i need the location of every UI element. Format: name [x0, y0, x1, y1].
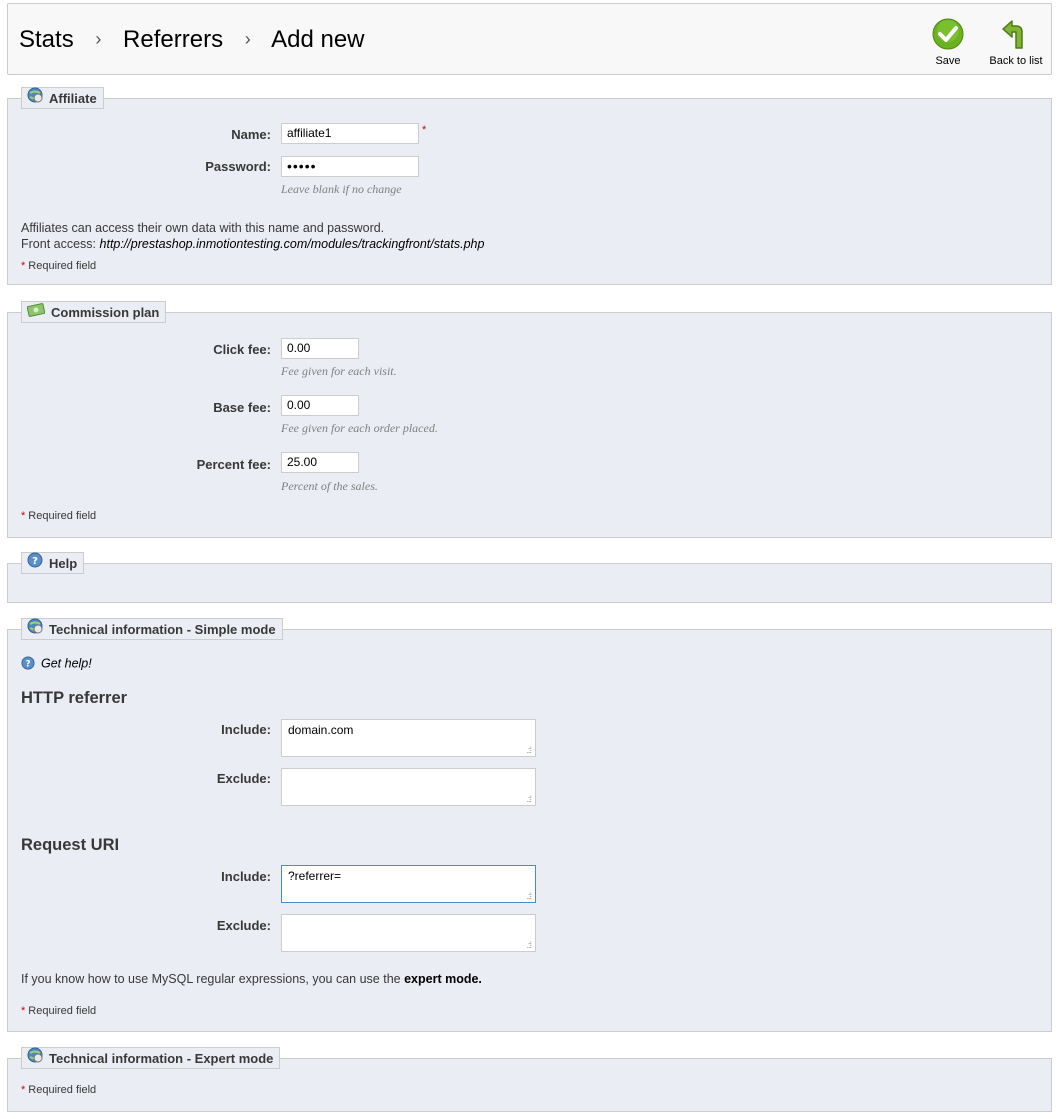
help-legend-text: Help — [49, 556, 78, 571]
name-input[interactable]: affiliate1 — [281, 123, 419, 144]
base-fee-label: Base fee: — [213, 400, 271, 415]
save-label: Save — [935, 55, 961, 67]
resize-grip-icon[interactable]: .:⁞ — [526, 892, 531, 901]
back-arrow-icon — [1002, 20, 1023, 49]
password-hint: Leave blank if no change — [281, 182, 402, 196]
affiliate-info-text: Affiliates can access their own data wit… — [21, 221, 385, 235]
name-label: Name: — [231, 127, 271, 142]
chevron-right-icon: › — [95, 29, 102, 49]
click-fee-input[interactable]: 0.00 — [281, 338, 359, 359]
affiliate-legend-text: Affiliate — [49, 91, 97, 106]
required-note: * Required field — [21, 510, 96, 522]
request-include-label: Include: — [221, 869, 271, 884]
help-icon: ? — [27, 552, 43, 575]
commission-legend: Commission plan — [21, 301, 167, 324]
http-include-value: domain.com — [288, 723, 354, 737]
expert-mode-panel: Technical information - Expert mode * Req… — [7, 1047, 1052, 1112]
base-fee-hint: Fee given for each order placed. — [281, 421, 438, 435]
svg-text:?: ? — [32, 556, 38, 567]
get-help-text: Get help! — [41, 656, 92, 671]
required-star: * — [422, 124, 427, 136]
expert-mode-legend-text: Technical information - Expert mode — [49, 1051, 274, 1066]
resize-grip-icon[interactable]: .:⁞ — [526, 795, 531, 804]
http-referrer-heading: HTTP referrer — [21, 689, 128, 707]
click-fee-label: Click fee: — [213, 342, 271, 357]
affiliate-icon — [27, 87, 43, 110]
required-star: * — [21, 510, 26, 522]
get-help-link[interactable]: ? Get help! — [21, 656, 92, 673]
page-title: Add new — [271, 26, 365, 53]
percent-fee-label: Percent fee: — [196, 457, 271, 472]
percent-fee-input[interactable]: 25.00 — [281, 452, 359, 473]
required-note: * Required field — [21, 1005, 96, 1017]
save-button[interactable]: Save — [927, 18, 969, 67]
required-star: * — [21, 1005, 26, 1017]
required-note: * Required field — [21, 260, 96, 272]
help-legend[interactable]: ? Help — [21, 552, 85, 575]
request-include-textarea[interactable]: ?referrer= .:⁞ — [281, 865, 536, 903]
required-star: * — [21, 260, 26, 272]
toolbar: Stats › Referrers › Add new Save Back to… — [7, 3, 1052, 75]
required-text: Required field — [28, 510, 97, 522]
affiliate-panel: Affiliate Name: affiliate1 * Password: •… — [7, 87, 1052, 285]
resize-grip-icon[interactable]: .:⁞ — [526, 746, 531, 755]
http-exclude-textarea[interactable]: .:⁞ — [281, 768, 536, 806]
http-include-label: Include: — [221, 722, 271, 737]
percent-fee-hint: Percent of the sales. — [281, 479, 378, 493]
back-to-list-label: Back to list — [989, 55, 1043, 67]
help-panel: ? Help — [7, 552, 1052, 603]
request-include-value: ?referrer= — [288, 869, 342, 883]
base-fee-input[interactable]: 0.00 — [281, 395, 359, 416]
expert-mode-sentence: If you know how to use MySQL regular exp… — [21, 972, 401, 986]
required-text: Required field — [28, 1005, 97, 1017]
checkmark-icon — [932, 18, 964, 50]
simple-mode-legend: Technical information - Simple mode — [21, 618, 283, 640]
password-label: Password: — [205, 159, 271, 174]
simple-mode-legend-text: Technical information - Simple mode — [49, 622, 276, 637]
breadcrumb-item-stats[interactable]: Stats — [19, 26, 74, 53]
required-star: * — [21, 1084, 26, 1096]
resize-grip-icon[interactable]: .:⁞ — [526, 941, 531, 950]
network-icon — [27, 1047, 43, 1070]
expert-mode-text: If you know how to use MySQL regular exp… — [21, 972, 482, 986]
click-fee-hint: Fee given for each visit. — [281, 364, 397, 378]
commission-legend-text: Commission plan — [51, 305, 160, 320]
required-text: Required field — [28, 1084, 97, 1096]
breadcrumb-item-referrers[interactable]: Referrers — [123, 26, 223, 53]
password-input[interactable]: ••••• — [281, 156, 419, 177]
affiliate-legend: Affiliate — [21, 87, 104, 109]
chevron-right-icon: › — [244, 29, 251, 49]
front-access-text: Front access: http://prestashop.inmotion… — [21, 237, 484, 251]
expert-mode-link[interactable]: expert mode. — [404, 972, 482, 986]
request-exclude-textarea[interactable]: .:⁞ — [281, 914, 536, 952]
required-text: Required field — [28, 260, 97, 272]
required-note: * Required field — [21, 1084, 96, 1096]
commission-panel: Commission plan Click fee: 0.00 Fee give… — [7, 301, 1052, 538]
http-exclude-label: Exclude: — [216, 771, 271, 786]
network-icon — [27, 618, 43, 641]
front-access-url: http://prestashop.inmotiontesting.com/mo… — [99, 237, 485, 251]
back-to-list-button[interactable]: Back to list — [986, 18, 1046, 67]
simple-mode-panel: Technical information - Simple mode ? Ge… — [7, 618, 1052, 1032]
expert-mode-legend: Technical information - Expert mode — [21, 1047, 281, 1070]
request-uri-heading: Request URI — [21, 836, 120, 854]
help-icon: ? — [21, 656, 35, 673]
money-icon — [26, 302, 46, 324]
http-include-textarea[interactable]: domain.com .:⁞ — [281, 719, 536, 757]
request-exclude-label: Exclude: — [216, 918, 271, 933]
front-access-label: Front access: — [21, 237, 97, 251]
svg-text:?: ? — [25, 660, 30, 670]
breadcrumb: Stats › Referrers › Add new — [19, 26, 365, 54]
